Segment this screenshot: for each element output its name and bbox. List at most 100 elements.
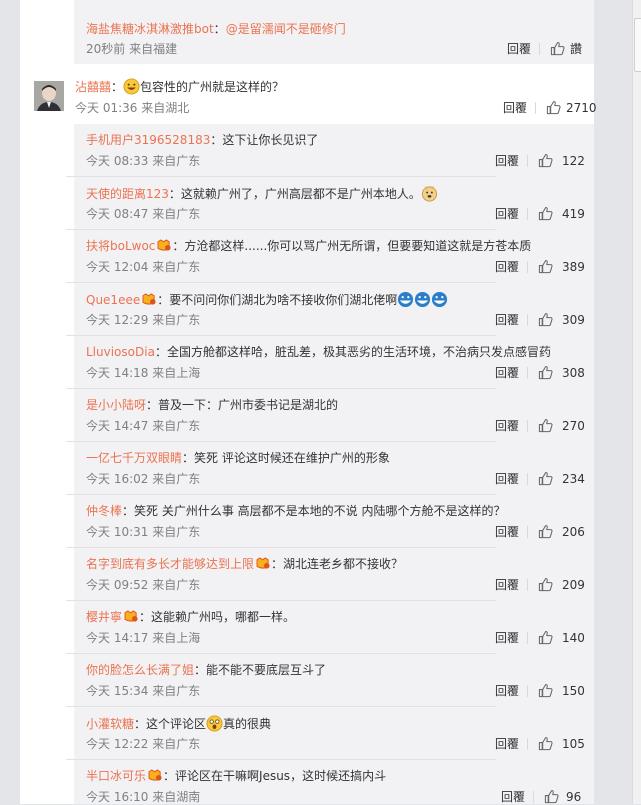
reply-username[interactable]: 天使的距离123 (86, 187, 169, 201)
reply-button[interactable]: 回覆 (495, 524, 519, 540)
shark-emoji-icon (432, 291, 448, 308)
thumbs-up-icon[interactable] (538, 418, 553, 433)
reply-text-tail: 真的很典 (223, 717, 272, 731)
reply-button[interactable]: 回覆 (495, 365, 519, 381)
like-count[interactable]: 308 (562, 365, 585, 381)
reply-username[interactable]: 手机用户3196528183 (86, 133, 210, 147)
like-count[interactable]: 389 (562, 259, 585, 275)
reply-username[interactable]: LluviosoDia (86, 345, 155, 359)
like-label[interactable]: 讚 (570, 41, 582, 57)
reply-button[interactable]: 回覆 (495, 471, 519, 487)
reply-button[interactable]: 回覆 (507, 41, 531, 57)
like-count[interactable]: 309 (562, 312, 585, 328)
divider (527, 579, 528, 591)
reply-button[interactable]: 回覆 (495, 736, 519, 752)
reply-username[interactable]: 仲冬棒 (86, 504, 122, 518)
colon: ： (157, 293, 170, 307)
thumbs-up-icon[interactable] (538, 630, 553, 645)
thumbs-up-icon[interactable] (538, 206, 553, 221)
fan-badge-icon (148, 769, 162, 781)
like-count[interactable]: 2710 (566, 100, 597, 116)
colon: ： (154, 345, 167, 359)
row-separator (66, 759, 496, 760)
reply-username[interactable]: 一亿七千万双眼睛 (86, 451, 182, 465)
reply-button[interactable]: 回覆 (495, 683, 519, 699)
reply-username[interactable]: 扶将boLwoc (86, 239, 155, 253)
main-comment-line: 沾囍囍： 包容性的广州就是这样的？ (75, 78, 285, 95)
thumbs-up-icon[interactable] (550, 41, 565, 56)
reply-meta: 今天 14:18 来自上海 (86, 366, 201, 380)
row-separator (66, 441, 496, 442)
shocked-emoji-icon (206, 715, 223, 732)
divider (527, 314, 528, 326)
reply-button[interactable]: 回覆 (495, 630, 519, 646)
colon: ： (134, 717, 147, 731)
like-count[interactable]: 150 (562, 683, 585, 699)
thumbs-up-icon[interactable] (538, 577, 553, 592)
reply-button[interactable]: 回覆 (503, 100, 527, 116)
thumbs-up-icon[interactable] (538, 153, 553, 168)
divider (527, 208, 528, 220)
thumbs-up-icon[interactable] (538, 259, 553, 274)
scrollbar-thumb[interactable] (634, 18, 641, 72)
reply-text: 笑死 关广州什么事 高层都不是本地的不说 内陆哪个方舱不是这样的？ (134, 504, 506, 518)
thumbs-up-icon[interactable] (538, 683, 553, 698)
reply-button[interactable]: 回覆 (501, 789, 525, 805)
fan-badge-icon (157, 239, 171, 251)
thumbs-up-icon[interactable] (538, 736, 553, 751)
colon: ： (182, 451, 195, 465)
reply-text: 这就赖广州了，广州高层都不是广州本地人。 (180, 187, 421, 201)
row-separator (66, 388, 496, 389)
reply-text: 湖北连老乡都不接收？ (283, 557, 404, 571)
reply-username[interactable]: 小灌软糖 (86, 717, 134, 731)
row-separator (66, 547, 496, 548)
like-count[interactable]: 206 (562, 524, 585, 540)
main-comment-username[interactable]: 沾囍囍 (75, 80, 111, 94)
reply-button[interactable]: 回覆 (495, 206, 519, 222)
like-count[interactable]: 234 (562, 471, 585, 487)
colon: ： (168, 187, 181, 201)
reply-username[interactable]: Que1eee (86, 293, 140, 307)
thumbs-up-icon[interactable] (538, 524, 553, 539)
thumbs-up-icon[interactable] (538, 471, 553, 486)
page-scrollbar[interactable] (632, 0, 641, 804)
like-count[interactable]: 140 (562, 630, 585, 646)
thumbs-up-icon[interactable] (544, 789, 559, 804)
colon: ： (163, 769, 176, 783)
reply-meta: 今天 14:47 来自广东 (86, 419, 201, 433)
like-count[interactable]: 96 (566, 789, 581, 805)
like-count[interactable]: 209 (562, 577, 585, 593)
like-count[interactable]: 270 (562, 418, 585, 434)
top-reply-mention[interactable]: @是留濡闻不是砸修门 (226, 22, 346, 36)
thumbs-up-icon[interactable] (546, 100, 561, 115)
reply-username[interactable]: 名字到底有多长才能够达到上限 (86, 557, 254, 571)
colon: ： (194, 663, 207, 677)
avatar[interactable] (34, 81, 64, 111)
reply-meta: 今天 12:29 来自广东 (86, 313, 201, 327)
reply-button[interactable]: 回覆 (495, 153, 519, 169)
reply-username[interactable]: 你的脸怎么长满了姐 (86, 663, 194, 677)
like-count[interactable]: 419 (562, 206, 585, 222)
thumbs-up-icon[interactable] (538, 365, 553, 380)
reply-text: 全国方舱都这样哈，脏乱差，极其恶劣的生活环境，不治病只发点感冒药 (166, 345, 551, 359)
reply-username[interactable]: 半口冰可乐 (86, 769, 146, 783)
colon: ： (271, 557, 284, 571)
reply-button[interactable]: 回覆 (495, 577, 519, 593)
row-separator (66, 335, 496, 336)
top-reply-username[interactable]: 海盐焦糖冰淇淋激推bot (86, 22, 214, 36)
reply-text: 能不能不要底层互斗了 (206, 663, 327, 677)
reply-text: 笑死 评论这时候还在维护广州的形象 (194, 451, 390, 465)
like-count[interactable]: 122 (562, 153, 585, 169)
reply-button[interactable]: 回覆 (495, 418, 519, 434)
reply-text: 这个评论区 (146, 717, 207, 731)
shark-emoji-icon (398, 291, 414, 308)
divider (539, 43, 540, 55)
reply-button[interactable]: 回覆 (495, 312, 519, 328)
like-count[interactable]: 105 (562, 736, 585, 752)
reply-button[interactable]: 回覆 (495, 259, 519, 275)
top-reply-meta: 20秒前 来自福建 (86, 42, 178, 56)
main-comment-text: 包容性的广州就是这样的？ (140, 80, 285, 94)
thumbs-up-icon[interactable] (538, 312, 553, 327)
reply-username[interactable]: 是小小陆呀 (86, 398, 146, 412)
reply-username[interactable]: 樱井寧 (86, 610, 122, 624)
